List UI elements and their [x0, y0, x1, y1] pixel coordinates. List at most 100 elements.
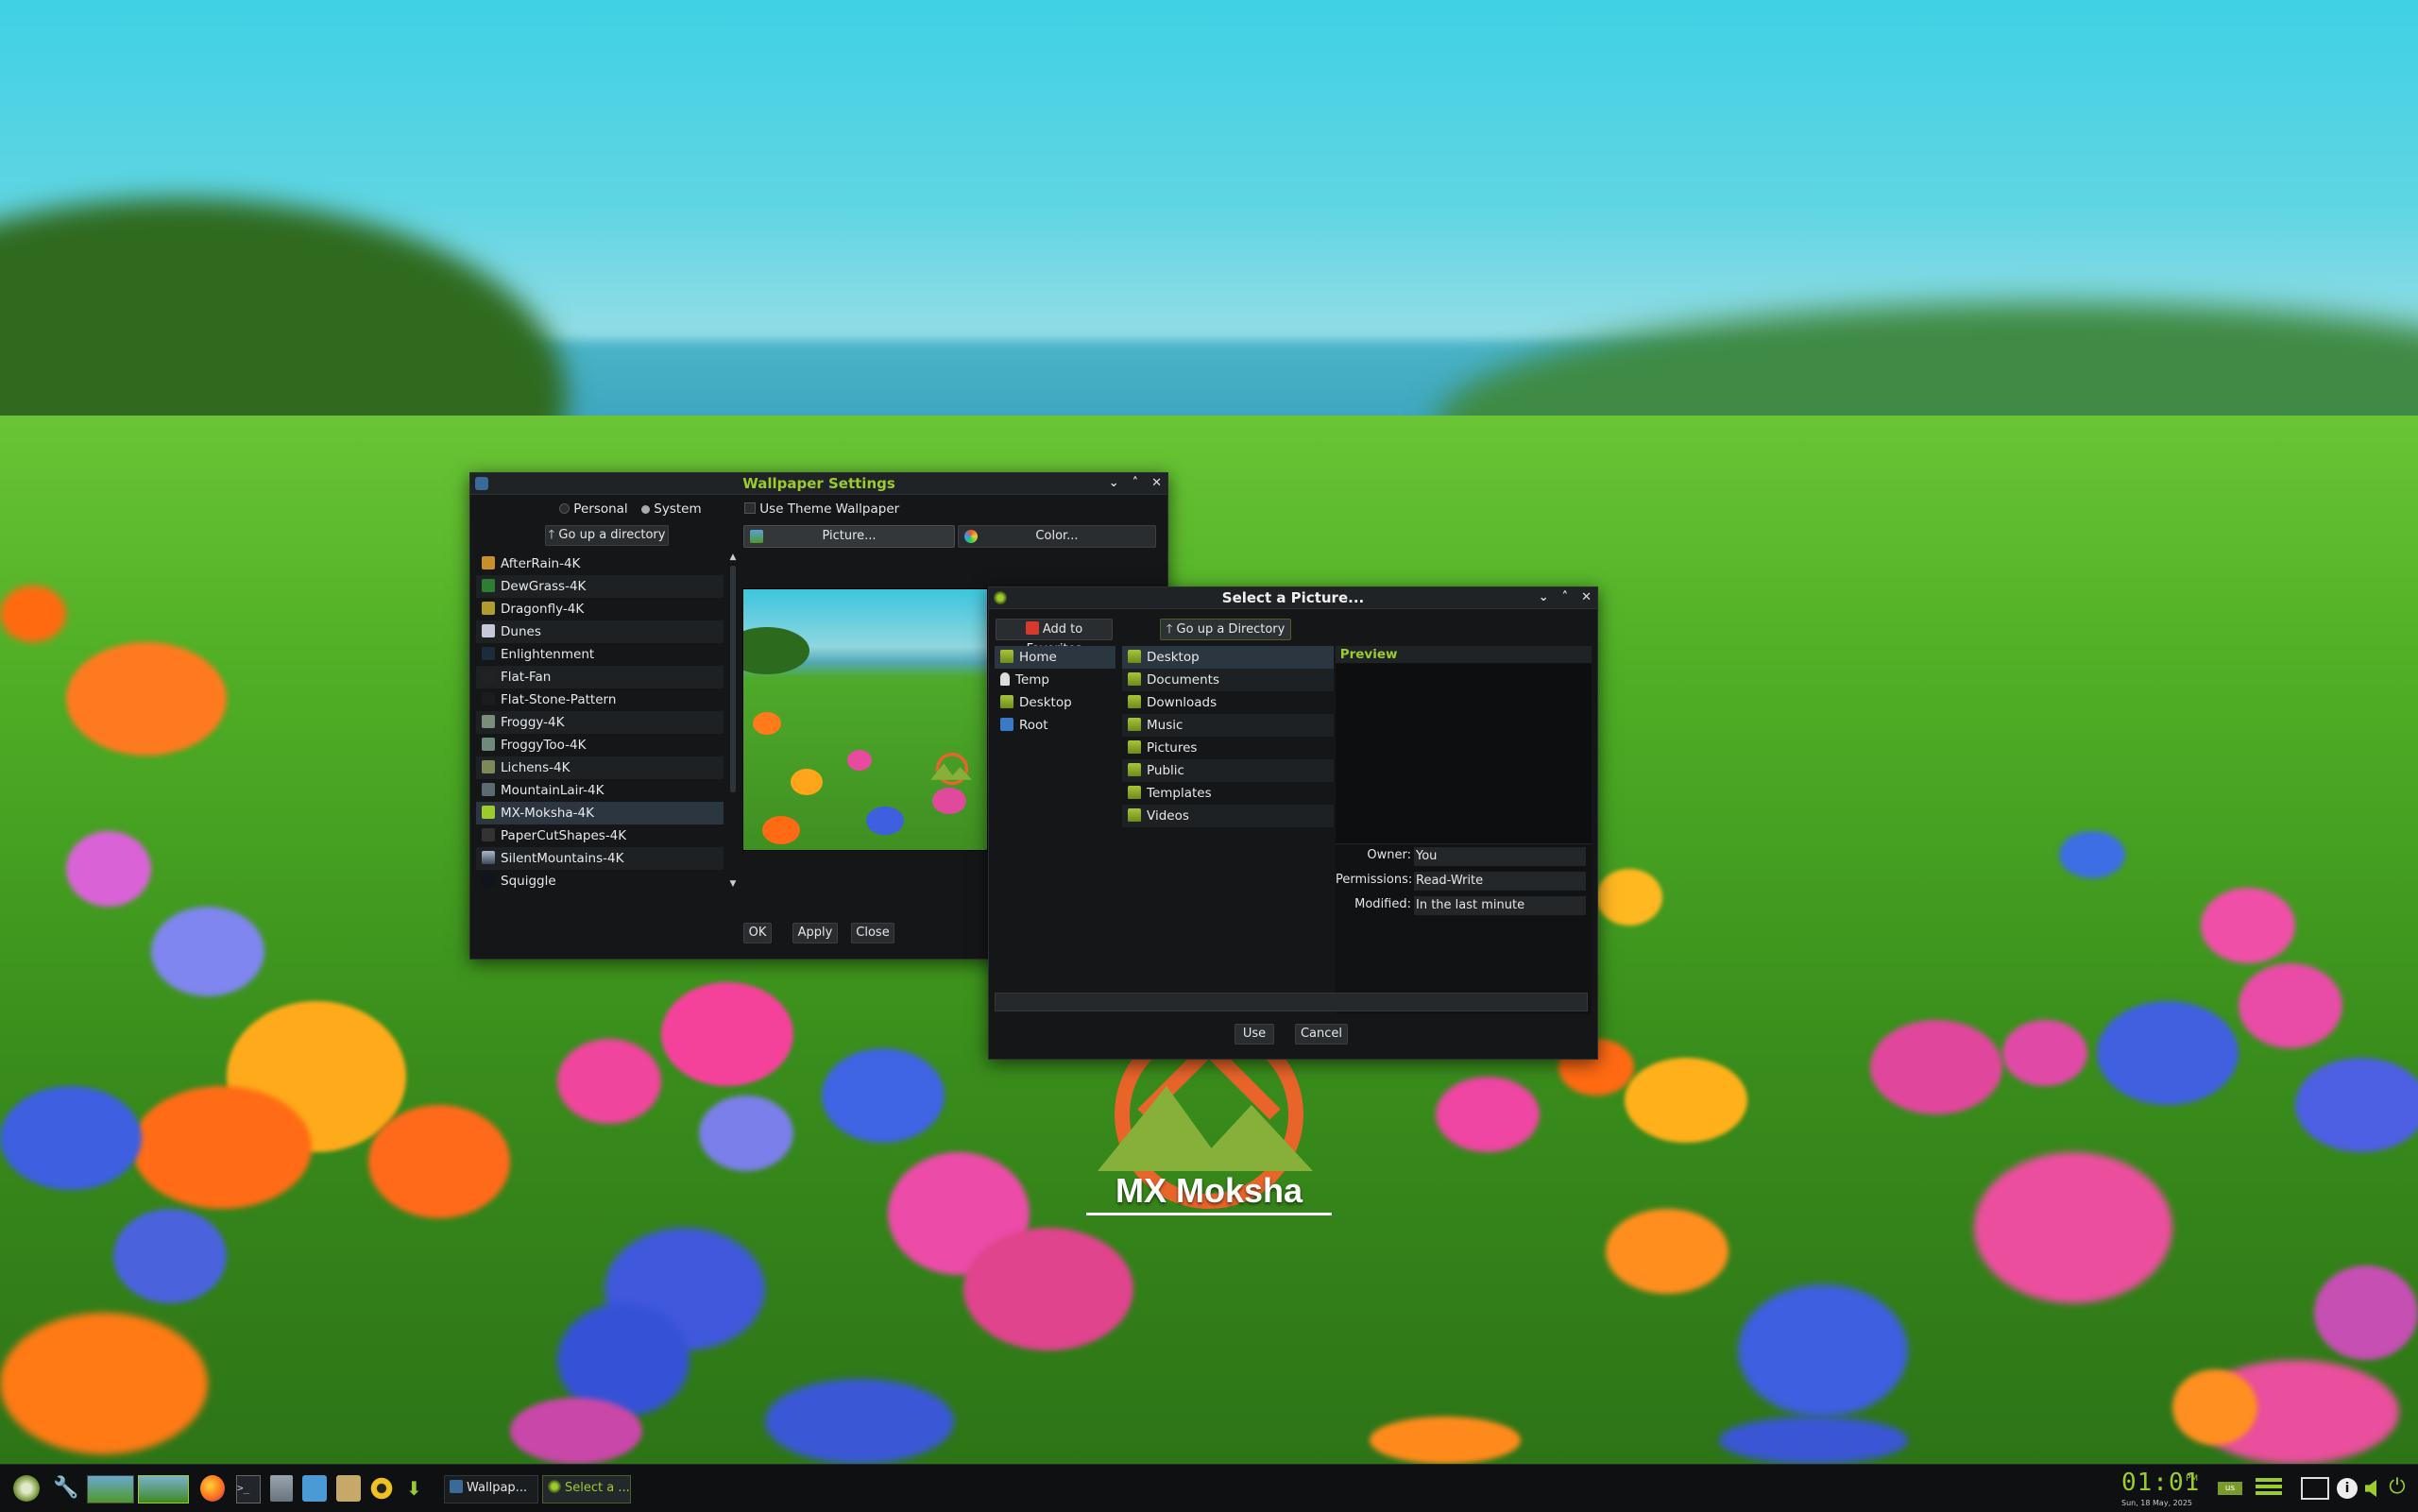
radio-system[interactable]	[640, 505, 650, 514]
menu-lines-icon[interactable]	[2256, 1478, 2282, 1499]
list-item-selected[interactable]: MX-Moksha-4K	[476, 802, 724, 824]
list-item[interactable]: Flat-Stone-Pattern	[476, 688, 724, 711]
list-item[interactable]: DewGrass-4K	[476, 575, 724, 598]
item-label: Public	[1147, 763, 1184, 778]
task-wallpaper-settings[interactable]: Wallpap...	[444, 1475, 538, 1504]
radio-personal[interactable]	[559, 503, 570, 514]
tools-icon[interactable]	[302, 1475, 327, 1502]
list-item[interactable]: Lichens-4K	[476, 756, 724, 779]
maximize-icon[interactable]: ˄	[1562, 587, 1569, 608]
flower	[113, 1209, 227, 1303]
folder-item[interactable]: Downloads	[1122, 691, 1334, 714]
item-label: DewGrass-4K	[501, 579, 587, 594]
task-select-picture[interactable]: Select a ...	[542, 1475, 631, 1504]
use-theme-wallpaper[interactable]: Use Theme Wallpaper	[744, 501, 899, 517]
preview-pane: Preview Owner: You Permissions: Read-Wri…	[1336, 646, 1592, 1014]
close-icon[interactable]: ✕	[1151, 473, 1162, 494]
desktop-pager-2[interactable]	[138, 1475, 189, 1504]
list-item[interactable]: Dunes	[476, 620, 724, 643]
apply-button[interactable]: Apply	[792, 923, 838, 943]
cancel-button[interactable]: Cancel	[1295, 1024, 1348, 1045]
preview-image-area	[1336, 664, 1592, 844]
color-button[interactable]: Color...	[958, 525, 1156, 548]
file-manager-icon[interactable]	[270, 1475, 293, 1502]
wallpaper-settings-titlebar[interactable]: Wallpaper Settings ⌄ ˄ ✕	[470, 473, 1167, 495]
scroll-down-icon[interactable]: ▼	[728, 879, 738, 889]
thumbnail-icon	[482, 602, 495, 615]
modified-label: Modified:	[1354, 897, 1411, 911]
list-item[interactable]: Dragonfly-4K	[476, 598, 724, 620]
thumbnail-icon	[482, 715, 495, 728]
thumbnail-icon	[482, 738, 495, 751]
list-item[interactable]: MountainLair-4K	[476, 779, 724, 802]
update-icon[interactable]: ⬇	[406, 1475, 433, 1502]
app-installer-icon[interactable]	[336, 1475, 361, 1502]
picture-button[interactable]: Picture...	[743, 525, 955, 548]
go-up-directory-button[interactable]: 🡑 Go up a directory	[545, 525, 669, 546]
folder-item-selected[interactable]: Desktop	[1122, 646, 1334, 669]
thumbnail-icon	[482, 692, 495, 705]
close-button[interactable]: Close	[851, 923, 894, 943]
clock[interactable]: 01:01 PM Sun, 18 May, 2025	[2121, 1469, 2201, 1508]
flower	[1974, 1152, 2172, 1303]
favorite-desktop[interactable]: Desktop	[995, 691, 1115, 714]
folder-item[interactable]: Music	[1122, 714, 1334, 737]
start-menu-icon[interactable]	[13, 1475, 40, 1502]
flower	[510, 1398, 642, 1464]
list-item[interactable]: PaperCutShapes-4K	[476, 824, 724, 847]
list-item[interactable]: AfterRain-4K	[476, 552, 724, 575]
menu-down-icon[interactable]: ⌄	[1109, 473, 1119, 494]
folder-item[interactable]: Pictures	[1122, 737, 1334, 759]
item-label: Desktop	[1147, 650, 1200, 665]
info-icon[interactable]: i	[2337, 1478, 2358, 1499]
flower	[557, 1039, 661, 1124]
preview-hill	[743, 627, 809, 674]
select-picture-titlebar[interactable]: Select a Picture... ⌄ ˄ ✕	[989, 587, 1597, 609]
menu-down-icon[interactable]: ⌄	[1539, 587, 1549, 608]
list-item[interactable]: FroggyToo-4K	[476, 734, 724, 756]
thumbnail-icon	[482, 851, 495, 864]
flower	[2295, 1058, 2418, 1152]
scroll-thumb[interactable]	[730, 566, 736, 792]
ok-button[interactable]: OK	[743, 923, 772, 943]
favorite-root[interactable]: Root	[995, 714, 1115, 737]
list-item[interactable]: Froggy-4K	[476, 711, 724, 734]
desktop-pager-1[interactable]	[87, 1475, 134, 1504]
folder-item[interactable]: Public	[1122, 759, 1334, 782]
list-item[interactable]: SilentMountains-4K	[476, 847, 724, 870]
settings-tool-icon[interactable]: 🔧	[53, 1475, 78, 1502]
terminal-icon[interactable]: >_	[236, 1475, 261, 1504]
folder-icon	[1128, 672, 1141, 686]
flower	[0, 586, 66, 642]
maximize-icon[interactable]: ˄	[1132, 473, 1139, 494]
list-item[interactable]: Flat-Fan	[476, 666, 724, 688]
use-theme-checkbox[interactable]	[744, 502, 756, 514]
list-scrollbar[interactable]: ▲ ▼	[728, 552, 738, 889]
path-input[interactable]	[995, 993, 1588, 1011]
power-icon[interactable]: ⏻	[2386, 1476, 2409, 1499]
flower	[2201, 888, 2295, 963]
go-up-label: Go up a directory	[558, 528, 666, 542]
flower	[1596, 869, 1662, 926]
favorite-home[interactable]: Home	[995, 646, 1115, 669]
scroll-up-icon[interactable]: ▲	[728, 552, 738, 562]
list-item[interactable]: Enlightenment	[476, 643, 724, 666]
folder-item[interactable]: Documents	[1122, 669, 1334, 691]
volume-icon[interactable]	[2365, 1480, 2376, 1497]
flower	[1606, 1209, 1728, 1294]
folder-list: Desktop Documents Downloads Music Pictur…	[1122, 646, 1334, 1014]
folder-item[interactable]: Templates	[1122, 782, 1334, 805]
flower	[822, 1048, 945, 1143]
list-item[interactable]: Squiggle	[476, 870, 724, 889]
firefox-icon[interactable]	[200, 1475, 225, 1502]
keyboard-layout[interactable]: us	[2218, 1482, 2242, 1495]
favorite-temp[interactable]: Temp	[995, 669, 1115, 691]
go-up-directory-button[interactable]: 🡑 Go up a Directory	[1160, 619, 1291, 640]
folder-item[interactable]: Videos	[1122, 805, 1334, 827]
network-icon[interactable]	[2301, 1477, 2329, 1500]
use-button[interactable]: Use	[1235, 1024, 1274, 1045]
preview-flower	[847, 750, 872, 771]
close-icon[interactable]: ✕	[1581, 587, 1592, 608]
add-to-favorites-button[interactable]: Add to Favorites	[996, 619, 1113, 656]
media-icon[interactable]	[370, 1475, 393, 1502]
